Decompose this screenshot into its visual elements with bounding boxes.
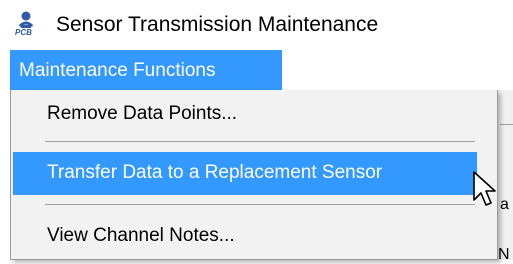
menu-item-label: Remove Data Points... — [47, 103, 238, 124]
menu-item-label: Transfer Data to a Replacement Sensor — [47, 162, 383, 183]
background-text-fragment: N — [498, 246, 510, 263]
menu-separator — [45, 141, 475, 142]
menu-item-label: View Channel Notes... — [47, 225, 235, 246]
menu-item-transfer-data[interactable]: Transfer Data to a Replacement Sensor — [13, 152, 477, 195]
svg-text:PCB: PCB — [15, 28, 32, 36]
background-text-fragment: a — [500, 196, 509, 213]
menu-item-view-channel-notes[interactable]: View Channel Notes... — [13, 215, 477, 258]
menu-maintenance-functions-label: Maintenance Functions — [19, 60, 216, 81]
background-divider — [500, 124, 513, 125]
title-bar: PCB Sensor Transmission Maintenance — [0, 0, 513, 50]
sensor-app-icon: PCB — [15, 11, 33, 36]
menu-bar: Maintenance Functions — [0, 50, 513, 90]
menu-maintenance-functions[interactable]: Maintenance Functions — [10, 50, 282, 90]
maintenance-functions-dropdown: Remove Data Points... Transfer Data to a… — [10, 90, 498, 260]
menu-separator — [45, 204, 475, 205]
menu-item-remove-data-points[interactable]: Remove Data Points... — [13, 93, 477, 136]
window-title: Sensor Transmission Maintenance — [56, 13, 379, 36]
